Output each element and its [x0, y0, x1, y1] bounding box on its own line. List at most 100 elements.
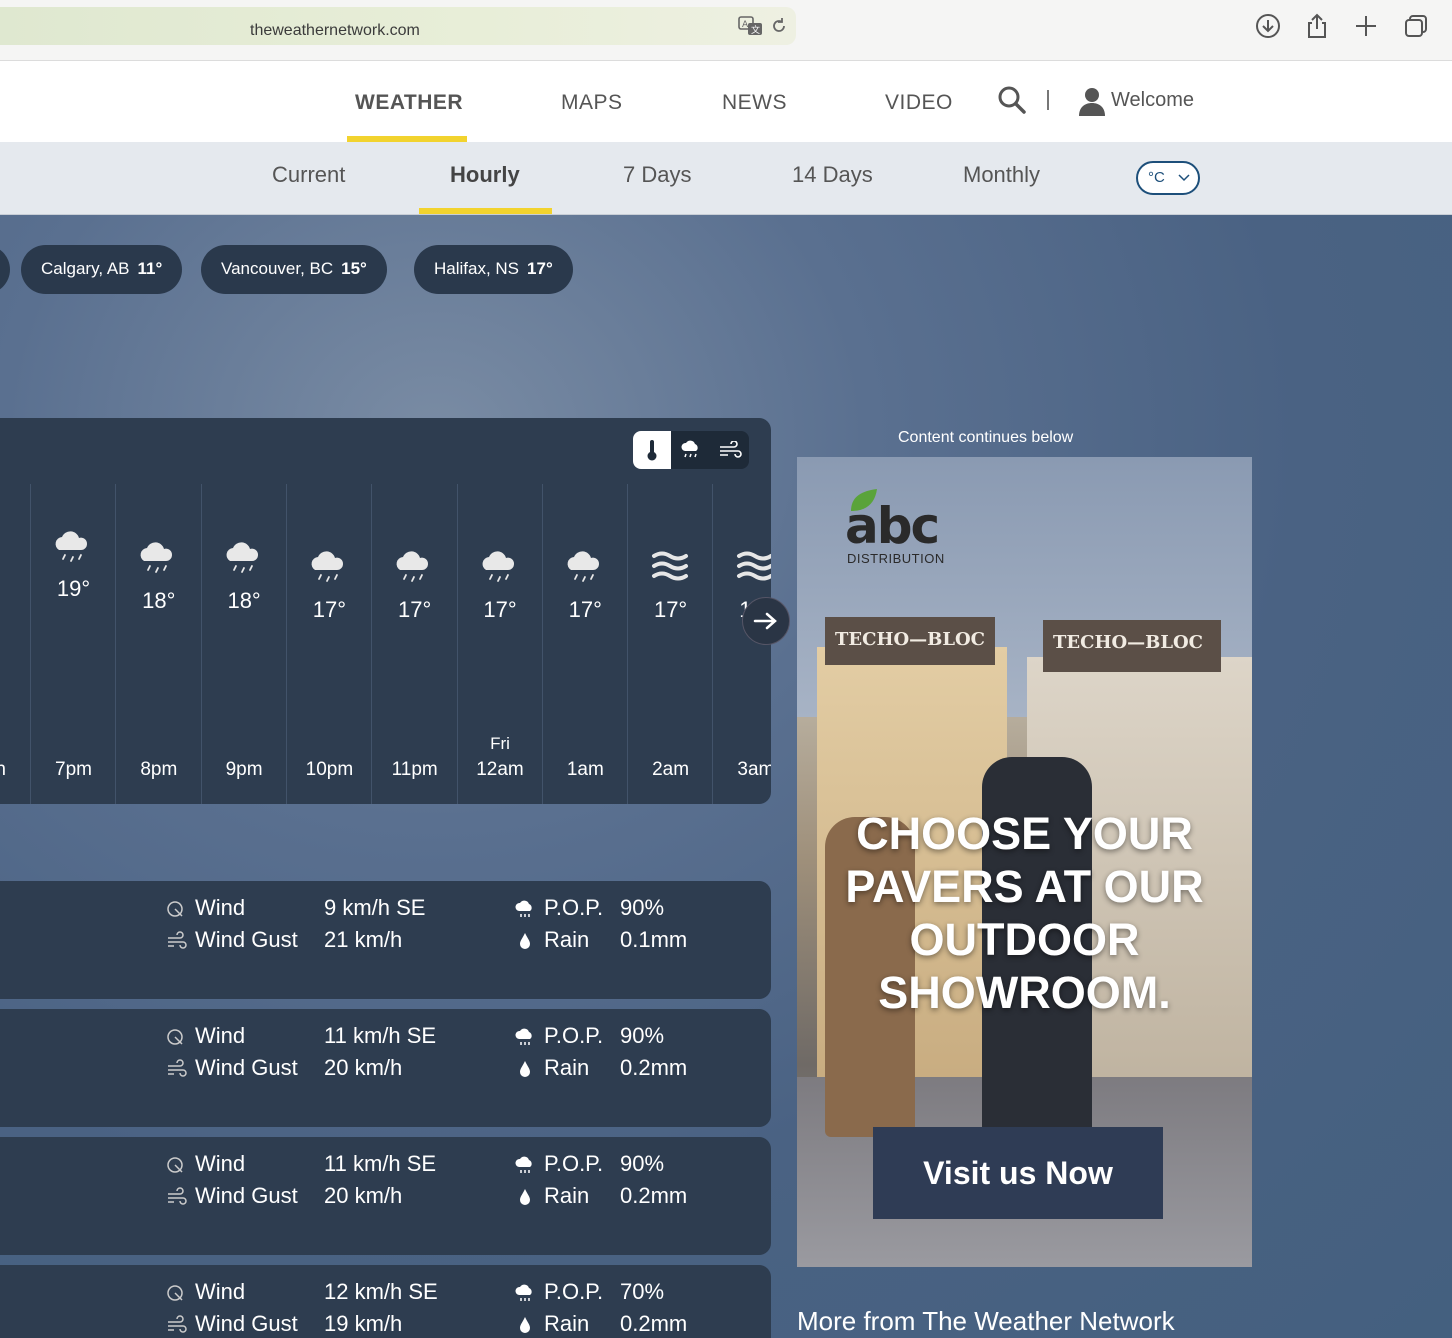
- hour-column[interactable]: 17° Fri 12am: [456, 484, 542, 804]
- hour-column[interactable]: 18° 8pm: [115, 484, 200, 804]
- hour-column[interactable]: 19° 7pm: [30, 484, 115, 804]
- hour-column-partial[interactable]: n: [0, 484, 30, 804]
- precipitation-toggle[interactable]: [672, 431, 710, 469]
- unit-select[interactable]: °C: [1136, 161, 1200, 195]
- rain-value: 0.1mm: [620, 927, 688, 952]
- wind-gust-label: Wind Gust: [195, 1055, 298, 1080]
- city-temp: 15°: [341, 259, 367, 278]
- pop-label: P.O.P.: [544, 895, 604, 920]
- hour-temperature: 17°: [568, 597, 602, 622]
- unit-value: °C: [1148, 169, 1165, 186]
- hourly-forecast-panel: n 19° 7pm 18° 8pm 18° 9pm 17° 10pm 17° 11pm 17° Fri…: [0, 418, 771, 804]
- more-section-heading: More from The Weather Network: [797, 1306, 1175, 1336]
- nav-video[interactable]: VIDEO: [885, 91, 953, 115]
- fog-icon: [652, 551, 689, 581]
- wind-direction-icon: [167, 1029, 183, 1045]
- wind-direction-icon: [167, 1157, 183, 1173]
- rain-value: 0.2mm: [620, 1311, 688, 1336]
- wind-gust-icon: [168, 1315, 187, 1333]
- wind-gust-icon: [168, 1059, 187, 1077]
- hour-temperature: 17°: [312, 597, 347, 622]
- rain-label: Rain: [544, 1183, 590, 1208]
- wind-toggle[interactable]: [711, 431, 749, 469]
- rain-cloud-icon: [396, 551, 429, 582]
- fog-icon: [737, 551, 771, 581]
- tab-monthly[interactable]: Monthly: [963, 162, 1040, 188]
- tab-14-days[interactable]: 14 Days: [792, 162, 873, 188]
- hour-temperature: 17°: [483, 597, 517, 622]
- rain-cloud-icon: [140, 542, 173, 573]
- wind-gust-value: 19 km/h: [324, 1311, 403, 1336]
- nav-news[interactable]: NEWS: [722, 91, 787, 115]
- wind-gust-value: 20 km/h: [324, 1055, 403, 1080]
- hour-detail-card[interactable]: Wind 11 km/h SE Wind Gust 20 km/h P.O.P. 90% R…: [0, 1137, 771, 1255]
- tab-current[interactable]: Current: [272, 162, 345, 188]
- ad-logo: abc: [845, 497, 940, 555]
- raindrop-icon: [520, 1317, 530, 1333]
- ad-logo-subtitle: DISTRIBUTION: [847, 551, 945, 566]
- rain-label: Rain: [544, 927, 590, 952]
- ad-sign-left: TECHO—BLOC: [825, 617, 995, 665]
- translate-icon[interactable]: A 文: [738, 16, 764, 36]
- hour-column[interactable]: 17° 10pm: [285, 484, 371, 804]
- new-tab-icon[interactable]: [1352, 12, 1380, 40]
- reload-icon[interactable]: [770, 17, 788, 35]
- hour-detail-card[interactable]: Wind 11 km/h SE Wind Gust 20 km/h P.O.P. 90% R…: [0, 1009, 771, 1127]
- tab-7-days[interactable]: 7 Days: [623, 162, 691, 188]
- pop-icon: [515, 1284, 532, 1301]
- city-pill-halifax[interactable]: Halifax, NS 17°: [414, 245, 573, 294]
- nav-weather[interactable]: WEATHER: [355, 91, 463, 115]
- raindrop-icon: [520, 933, 530, 949]
- hour-detail-card[interactable]: Wind 9 km/h SE Wind Gust 21 km/h P.O.P. 90% Ra…: [0, 881, 771, 999]
- tab-hourly[interactable]: Hourly: [450, 162, 520, 188]
- hour-time: 3am: [737, 759, 771, 780]
- ad-notice: Content continues below: [898, 429, 1074, 446]
- hour-temperature: 18°: [142, 588, 176, 613]
- hour-time: 7pm: [55, 759, 92, 780]
- search-icon[interactable]: [997, 85, 1027, 115]
- hour-column[interactable]: 18° 9pm: [200, 484, 286, 804]
- tab-active-indicator: [419, 208, 552, 214]
- pop-label: P.O.P.: [544, 1023, 604, 1048]
- wind-label: Wind: [195, 895, 246, 920]
- wind-label: Wind: [195, 1023, 246, 1048]
- hour-time: 8pm: [140, 759, 178, 780]
- chevron-down-icon: [1178, 174, 1190, 182]
- raindrop-icon: [520, 1189, 530, 1205]
- city-pill-vancouver[interactable]: Vancouver, BC 15°: [201, 245, 387, 294]
- city-name: Calgary, AB: [41, 259, 130, 278]
- wind-gust-label: Wind Gust: [195, 927, 298, 952]
- arrow-right-icon: [753, 612, 777, 630]
- rain-label: Rain: [544, 1311, 590, 1336]
- wind-direction-icon: [167, 901, 183, 917]
- nav-maps[interactable]: MAPS: [561, 91, 623, 115]
- hour-detail-card[interactable]: Wind 12 km/h SE Wind Gust 19 km/h P.O.P. 70% R…: [0, 1265, 771, 1338]
- pop-label: P.O.P.: [544, 1279, 604, 1304]
- user-icon[interactable]: [1078, 86, 1106, 116]
- hour-temperature: 17°: [398, 597, 432, 622]
- hour-time: 10pm: [305, 759, 354, 780]
- download-icon[interactable]: [1254, 12, 1282, 40]
- advertisement[interactable]: TECHO—BLOC TECHO—BLOC abc DISTRIBUTION C…: [797, 457, 1252, 1267]
- address-bar[interactable]: theweathernetwork.com A 文: [0, 7, 796, 45]
- welcome-link[interactable]: Welcome: [1111, 89, 1194, 112]
- wind-gust-icon: [168, 1187, 187, 1205]
- ad-headline: CHOOSE YOUR PAVERS AT OUR OUTDOOR SHOWRO…: [845, 808, 1204, 1018]
- rain-value: 0.2mm: [620, 1183, 688, 1208]
- rain-cloud-icon: [226, 542, 258, 573]
- hour-column[interactable]: 17° 2am: [627, 484, 712, 804]
- pop-label: P.O.P.: [544, 1151, 604, 1176]
- ad-cta-button[interactable]: Visit us Now: [873, 1127, 1163, 1219]
- share-icon[interactable]: [1303, 12, 1331, 40]
- hour-column[interactable]: 17° 1am: [541, 484, 627, 804]
- hour-column[interactable]: 17° 11pm: [371, 484, 456, 804]
- wind-label: Wind: [195, 1279, 246, 1304]
- temperature-toggle[interactable]: [633, 431, 671, 469]
- svg-text:文: 文: [751, 24, 760, 36]
- next-hours-button[interactable]: [742, 597, 790, 645]
- main-navigation: WEATHER MAPS NEWS VIDEO Welcome: [0, 61, 1452, 142]
- city-name: Vancouver, BC: [221, 259, 334, 278]
- tabs-overview-icon[interactable]: [1402, 12, 1430, 40]
- city-name: Halifax, NS: [434, 259, 520, 278]
- city-pill-calgary[interactable]: Calgary, AB 11°: [21, 245, 183, 294]
